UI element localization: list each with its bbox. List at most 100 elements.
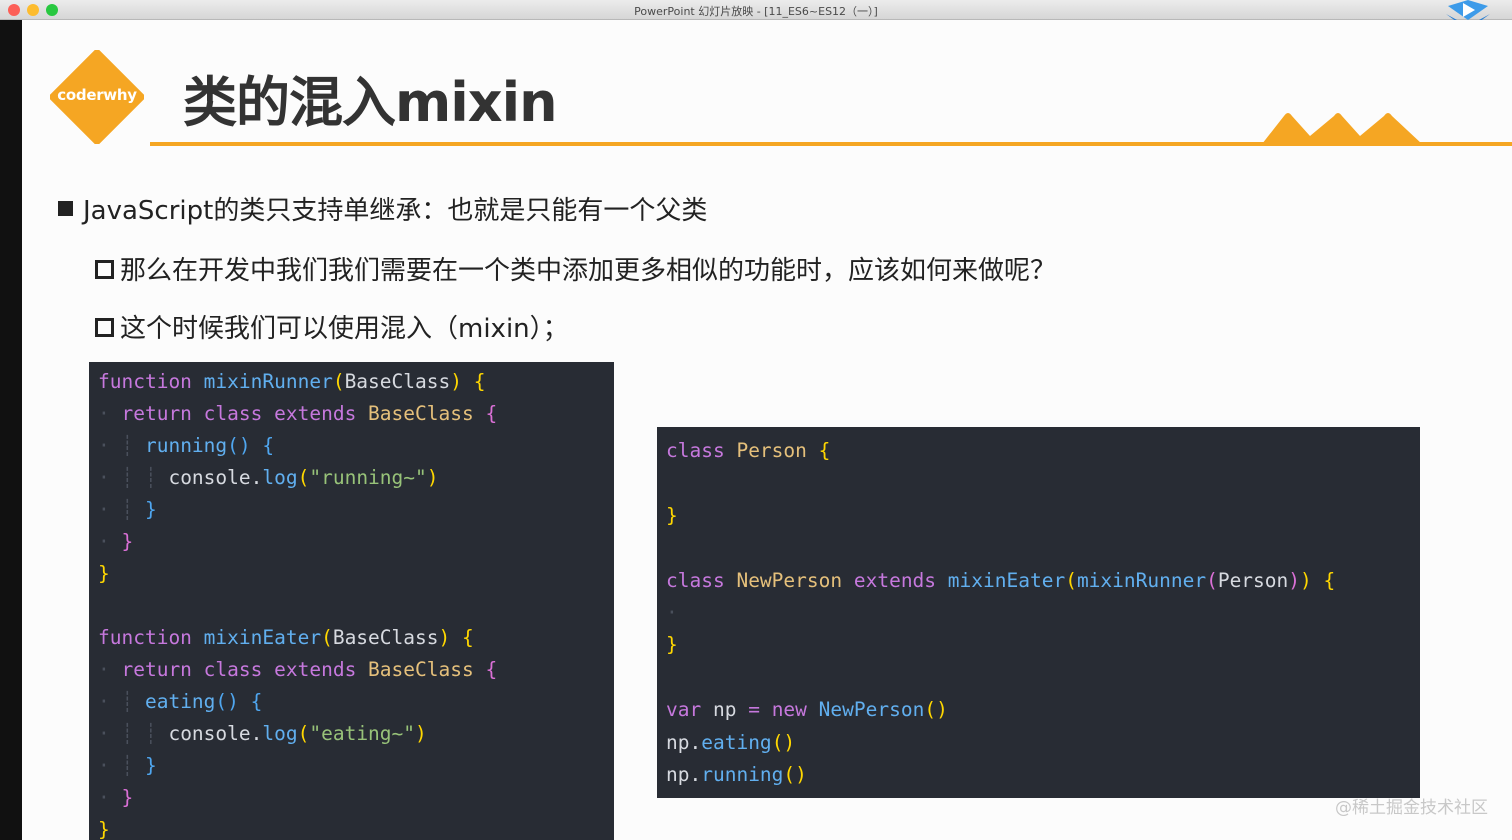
code-line: function mixinEater(BaseClass) { xyxy=(98,622,614,654)
code-token: { xyxy=(1323,568,1336,592)
code-line: function mixinRunner(BaseClass) { xyxy=(98,366,614,398)
code-token: · ┊ xyxy=(98,498,145,521)
code-token: NewPerson xyxy=(818,698,925,722)
code-token: eating xyxy=(701,730,772,754)
code-token: } xyxy=(666,633,678,657)
code-token: ( xyxy=(1206,568,1218,592)
code-token: ) xyxy=(1288,568,1301,592)
code-line: · ┊ } xyxy=(98,750,614,782)
code-line: · } xyxy=(98,526,614,558)
code-token: mixinEater xyxy=(947,568,1066,592)
code-token: BaseClass xyxy=(332,626,439,649)
code-token: ) xyxy=(415,722,427,745)
hollow-square-bullet-icon xyxy=(95,260,114,279)
code-token: · ┊ ┊ xyxy=(98,466,169,489)
code-line: · ┊ eating() { xyxy=(98,686,614,718)
code-token: eating xyxy=(144,690,216,713)
code-token: ) xyxy=(438,626,451,649)
code-token: ) xyxy=(426,466,439,489)
code-token: } xyxy=(98,562,110,585)
code-token: } xyxy=(144,498,157,521)
window-titlebar: PowerPoint 幻灯片放映 - [11_ES6~ES12（一）] xyxy=(0,0,1512,30)
code-token: ( xyxy=(321,626,333,649)
code-token: () xyxy=(215,690,239,713)
code-line: } xyxy=(666,629,1420,661)
slide-title: 类的混入mixin xyxy=(183,71,558,134)
code-token: extends xyxy=(274,402,369,425)
hollow-square-bullet-icon xyxy=(95,318,114,337)
code-line: · return class extends BaseClass { xyxy=(98,654,614,686)
code-token: return xyxy=(121,402,204,425)
code-token: np xyxy=(712,698,749,722)
code-token: { xyxy=(818,439,831,462)
bullet-level-1: JavaScript的类只支持单继承：也就是只能有一个父类 xyxy=(58,190,707,227)
code-token: new xyxy=(771,698,819,722)
code-token: · ┊ xyxy=(98,754,145,777)
code-line: np.running() xyxy=(666,759,1420,791)
code-token: { xyxy=(462,626,474,649)
code-token: ( xyxy=(332,370,345,393)
code-token: console. xyxy=(168,722,263,745)
code-token: class xyxy=(666,568,737,592)
code-token: function xyxy=(98,370,204,393)
code-token: mixinRunner xyxy=(203,370,333,393)
code-token: np. xyxy=(666,762,702,786)
code-token: extends xyxy=(853,568,948,592)
code-token: BaseClass xyxy=(368,402,486,425)
code-token: "running~" xyxy=(309,466,427,489)
code-token: log xyxy=(262,722,298,745)
code-token: np. xyxy=(666,730,702,754)
code-token: mixinEater xyxy=(203,626,322,649)
code-block-mixins: function mixinRunner(BaseClass) {· retur… xyxy=(89,362,614,840)
code-token: { xyxy=(262,434,275,457)
code-token: class xyxy=(203,658,275,681)
code-token: · ┊ xyxy=(98,690,145,713)
code-token: · xyxy=(666,600,678,624)
code-token: · xyxy=(98,658,122,681)
bullet-text: JavaScript的类只支持单继承：也就是只能有一个父类 xyxy=(83,196,708,226)
code-token: · ┊ xyxy=(98,434,145,457)
code-token: NewPerson xyxy=(736,568,854,592)
code-token: Person xyxy=(1217,568,1289,592)
bullet-text: 这个时候我们可以使用混入（mixin）； xyxy=(120,314,569,344)
logo-text: coderwhy xyxy=(57,86,137,104)
code-token: () xyxy=(924,698,948,722)
code-token: class xyxy=(666,439,737,462)
code-token: function xyxy=(98,626,204,649)
filled-square-bullet-icon xyxy=(58,201,73,216)
code-block-usage: class Person { } class NewPerson extends… xyxy=(657,427,1420,798)
code-token: class xyxy=(203,402,275,425)
code-token: () xyxy=(771,730,796,754)
window-title: PowerPoint 幻灯片放映 - [11_ES6~ES12（一）] xyxy=(634,5,878,18)
code-line: } xyxy=(666,500,1420,532)
code-token: running xyxy=(701,762,784,786)
code-token: { xyxy=(250,690,263,713)
code-line: } xyxy=(98,814,614,840)
code-token: () xyxy=(783,762,807,786)
code-line: · return class extends BaseClass { xyxy=(98,398,614,430)
code-token: return xyxy=(121,658,204,681)
code-line: · ┊ ┊ console.log("running~") xyxy=(98,462,614,494)
code-line: class Person { xyxy=(666,435,1420,467)
mountain-decoration-icon xyxy=(1262,113,1422,144)
code-token: Person xyxy=(736,439,819,462)
code-line: · xyxy=(666,597,1420,629)
code-line: var np = new NewPerson() xyxy=(666,694,1420,726)
code-token: log xyxy=(262,466,298,489)
code-token: ) xyxy=(1300,568,1312,592)
code-token: } xyxy=(144,754,157,777)
code-line: np.eating() xyxy=(666,727,1420,759)
code-token: () xyxy=(227,434,251,457)
code-token: var xyxy=(666,698,713,722)
code-token: ( xyxy=(297,466,310,489)
bullet-text: 那么在开发中我们我们需要在一个类中添加更多相似的功能时，应该如何来做呢？ xyxy=(120,256,1057,286)
bullet-level-2: 这个时候我们可以使用混入（mixin）； xyxy=(95,308,569,345)
watermark-text: @稀土掘金技术社区 xyxy=(1335,798,1488,818)
code-token: running xyxy=(144,434,228,457)
